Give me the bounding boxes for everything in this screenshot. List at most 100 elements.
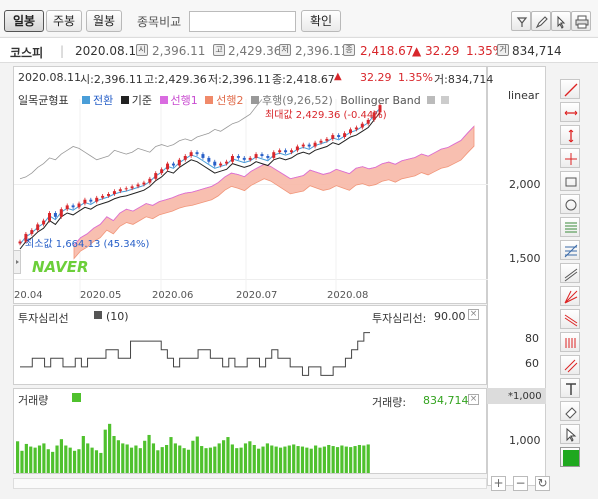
- volume-bar: [169, 437, 173, 473]
- volume-value-label: 거래량:: [372, 396, 407, 409]
- axis-panel: [487, 66, 546, 486]
- crosshair-icon[interactable]: [560, 148, 580, 168]
- tab-monthly[interactable]: 월봉: [86, 10, 122, 32]
- candle-body: [154, 173, 158, 179]
- volume-bar: [230, 444, 234, 473]
- volume-close-icon[interactable]: ×: [468, 394, 479, 405]
- volume-value: 834,714: [423, 394, 469, 407]
- refresh-icon[interactable]: ↻: [535, 476, 550, 491]
- volume-bar: [147, 434, 151, 473]
- volume-bar: [165, 444, 169, 473]
- candle-body: [166, 163, 170, 170]
- speed-line-icon[interactable]: [560, 309, 580, 329]
- candle-body: [36, 224, 40, 231]
- volume-bar: [125, 444, 129, 473]
- x-label-may: 2020.05: [80, 290, 122, 301]
- color-picker-icon[interactable]: [560, 447, 580, 467]
- high-badge: 고: [213, 44, 225, 56]
- volume-bar: [24, 443, 28, 473]
- vertical-bars-icon[interactable]: [560, 332, 580, 352]
- volume-bar: [182, 448, 186, 473]
- volume-bar: [239, 447, 243, 473]
- channel-icon[interactable]: [560, 263, 580, 283]
- pointer-icon[interactable]: [551, 11, 571, 31]
- candle-body: [130, 186, 134, 189]
- price-header-arrow: ▲: [334, 71, 342, 82]
- tab-weekly[interactable]: 주봉: [46, 10, 82, 32]
- candle-body: [95, 197, 99, 202]
- parallel-lines-icon[interactable]: [560, 355, 580, 375]
- volume-bar: [252, 444, 256, 473]
- candle-body: [284, 150, 288, 153]
- candle-body: [360, 123, 364, 128]
- zoom-in-button[interactable]: +: [491, 476, 506, 491]
- trendline-icon[interactable]: [560, 79, 580, 99]
- candle-body: [48, 213, 52, 221]
- candle-body: [295, 146, 299, 151]
- high-value: 2,429.36: [228, 44, 282, 58]
- candle-body: [354, 127, 358, 130]
- volume-bar: [366, 444, 370, 473]
- sentiment-value-label: 투자심리선:: [372, 312, 427, 325]
- vertical-line-icon[interactable]: [560, 125, 580, 145]
- sentiment-close-icon[interactable]: ×: [468, 309, 479, 320]
- candle-body: [183, 156, 187, 160]
- volume-bar: [68, 447, 72, 473]
- volume-bar: [90, 447, 94, 473]
- candle-body: [248, 157, 252, 160]
- volume-bar: [116, 440, 120, 473]
- candle-body: [348, 129, 352, 134]
- candle-body: [225, 161, 229, 164]
- circle-icon[interactable]: [560, 194, 580, 214]
- confirm-button[interactable]: 확인: [301, 10, 341, 32]
- zoom-out-button[interactable]: −: [513, 476, 528, 491]
- volume-bar: [72, 450, 77, 473]
- scale-type[interactable]: linear: [508, 89, 539, 102]
- volume-bar: [257, 448, 261, 473]
- candle-body: [219, 163, 223, 166]
- candle-body: [313, 142, 317, 147]
- fib-fan-icon[interactable]: [560, 240, 580, 260]
- volume-bar: [208, 447, 213, 473]
- lagging-line: [19, 99, 263, 180]
- volume-bar: [248, 441, 252, 473]
- volume-badge: 거: [497, 44, 509, 56]
- sentiment-title: 투자심리선: [18, 312, 69, 325]
- horizontal-scrollbar[interactable]: [13, 478, 487, 489]
- print-icon[interactable]: [571, 11, 591, 31]
- text-icon[interactable]: [560, 378, 580, 398]
- candle-body: [118, 189, 122, 192]
- close-badge: 종: [343, 44, 355, 56]
- volume-bar: [327, 444, 331, 473]
- select-icon[interactable]: [560, 424, 580, 444]
- x-label-jun: 2020.06: [152, 290, 194, 301]
- candle-body: [124, 188, 128, 190]
- candle-body: [289, 150, 293, 153]
- panel-toggle[interactable]: [13, 250, 21, 274]
- horizontal-line-icon[interactable]: [560, 102, 580, 122]
- fibonacci-icon[interactable]: [560, 217, 580, 237]
- compare-input[interactable]: [189, 11, 296, 32]
- volume-swatch: [72, 393, 81, 402]
- tab-daily[interactable]: 일봉: [4, 10, 44, 32]
- open-badge: 시: [136, 44, 148, 56]
- close-value: 2,418.67: [360, 44, 414, 58]
- volume-bar: [300, 446, 305, 473]
- stock-name: 코스피: [10, 46, 44, 60]
- indicator-icon[interactable]: [511, 11, 531, 31]
- legend-title: 일목균형표: [18, 94, 69, 107]
- volume-bar: [362, 445, 366, 473]
- draw-icon[interactable]: [531, 11, 551, 31]
- gann-icon[interactable]: [560, 286, 580, 306]
- legend-item-lead2: 선행2: [205, 94, 244, 107]
- rectangle-icon[interactable]: [560, 171, 580, 191]
- eraser-icon[interactable]: [560, 401, 580, 421]
- volume-bar: [335, 447, 340, 473]
- low-value: 2,396.11: [295, 44, 349, 58]
- x-label-apr: 20.04: [14, 290, 43, 301]
- candle-body: [53, 213, 57, 217]
- candle-body: [83, 199, 87, 204]
- candle-body: [207, 157, 211, 162]
- sentiment-axis-80: 80: [525, 332, 539, 345]
- volume-bar: [151, 443, 156, 473]
